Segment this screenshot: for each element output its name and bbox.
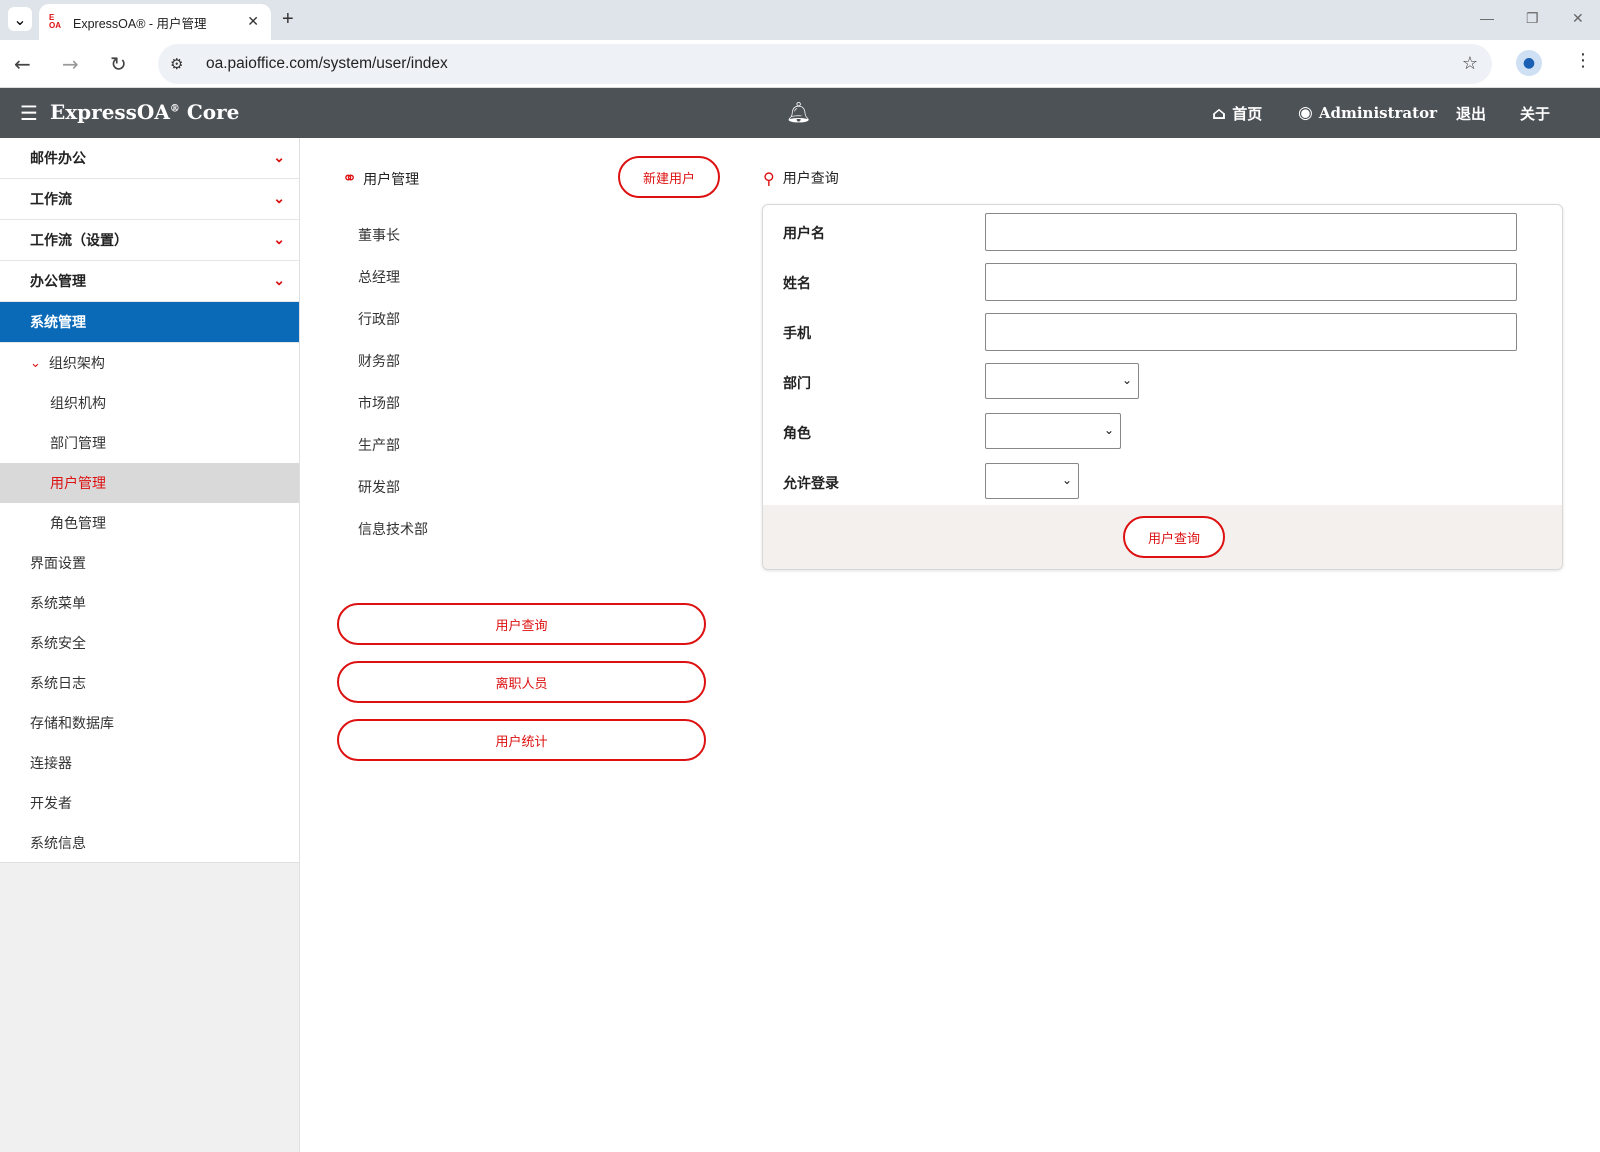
app-brand[interactable]: ExpressOA® Core [50,100,239,124]
department-label: 部门 [783,376,811,392]
sidebar-group-system[interactable]: 系统管理 [0,302,299,343]
chevron-down-icon: ⌄ [273,150,285,166]
tab-close-icon[interactable]: ✕ [247,14,259,30]
new-user-button[interactable]: 新建用户 [618,156,720,198]
form-row-department: 部门 ⌄ [763,361,1562,401]
about-link[interactable]: 关于 [1520,103,1550,124]
minimize-icon[interactable]: — [1480,10,1494,26]
department-list: 董事长 总经理 行政部 财务部 市场部 生产部 研发部 信息技术部 [358,214,428,550]
sidebar-item-organization[interactable]: 组织机构 [0,383,299,423]
notification-bell-icon[interactable]: 🔔︎ [786,100,811,124]
form-row-phone: 手机 [763,311,1562,351]
form-footer: 用户查询 [763,505,1562,569]
hamburger-menu-icon[interactable]: ☰ [20,101,38,125]
org-chart-icon: ⚭ [342,168,358,189]
name-label: 姓名 [783,276,811,292]
reload-icon[interactable]: ↻ [110,52,127,76]
home-link[interactable]: ⌂ 首页 [1212,103,1262,124]
browser-address-bar: ← → ↻ ⚙ oa.paioffice.com/system/user/ind… [0,40,1600,88]
department-item[interactable]: 财务部 [358,340,428,382]
browser-tab-bar: ⌄ E OA ExpressOA® - 用户管理 ✕ + — ❐ ✕ [0,0,1600,40]
restore-icon[interactable]: ❐ [1526,10,1539,27]
browser-menu-icon[interactable]: ⋮ [1574,50,1592,71]
department-item[interactable]: 研发部 [358,466,428,508]
form-row-name: 姓名 [763,261,1562,301]
sidebar-item-connectors[interactable]: 连接器 [0,743,299,783]
department-item[interactable]: 董事长 [358,214,428,256]
department-item[interactable]: 行政部 [358,298,428,340]
forward-arrow-icon[interactable]: → [62,52,79,76]
department-item[interactable]: 信息技术部 [358,508,428,550]
chevron-down-icon: ⌄ [30,355,41,371]
department-item[interactable]: 生产部 [358,424,428,466]
username-input[interactable] [985,213,1517,251]
allow-login-label: 允许登录 [783,476,839,492]
chevron-down-icon: ⌄ [273,191,285,207]
tab-title: ExpressOA® - 用户管理 [73,16,207,31]
form-row-allow-login: 允许登录 ⌄ [763,461,1562,501]
panel-title: ⚭ 用户管理 [342,168,420,189]
chevron-down-icon: ⌄ [273,232,285,248]
role-select[interactable]: ⌄ [985,413,1121,449]
sidebar: 邮件办公 ⌄ 工作流 ⌄ 工作流（设置） ⌄ 办公管理 ⌄ 系统管理 ⌄ 组织架… [0,138,300,1152]
browser-tab-active[interactable]: E OA ExpressOA® - 用户管理 ✕ [39,4,271,40]
sidebar-item-system-menu[interactable]: 系统菜单 [0,583,299,623]
sidebar-menu: 邮件办公 ⌄ 工作流 ⌄ 工作流（设置） ⌄ 办公管理 ⌄ 系统管理 ⌄ 组织架… [0,138,299,863]
chevron-down-icon: ⌄ [1061,473,1072,487]
user-account-link[interactable]: ◉ Administrator [1298,103,1437,123]
username-label: 用户名 [783,226,825,242]
department-select[interactable]: ⌄ [985,363,1139,399]
query-title: ⚲ 用户查询 [763,168,839,188]
sidebar-item-system-info[interactable]: 系统信息 [0,823,299,863]
sidebar-item-departments[interactable]: 部门管理 [0,423,299,463]
logout-link[interactable]: 退出 [1456,103,1486,124]
chevron-down-icon: ⌄ [1121,373,1132,387]
sidebar-item-ui-settings[interactable]: 界面设置 [0,543,299,583]
allow-login-select[interactable]: ⌄ [985,463,1079,499]
phone-input[interactable] [985,313,1517,351]
profile-avatar-icon[interactable]: ● [1516,50,1542,76]
name-input[interactable] [985,263,1517,301]
bookmark-star-icon[interactable]: ☆ [1462,53,1478,74]
url-text[interactable]: oa.paioffice.com/system/user/index [206,55,448,73]
window-close-icon[interactable]: ✕ [1572,10,1584,27]
sidebar-item-storage[interactable]: 存储和数据库 [0,703,299,743]
user-stats-button[interactable]: 用户统计 [337,719,706,761]
sidebar-group-workflow-settings[interactable]: 工作流（设置） ⌄ [0,220,299,261]
department-item[interactable]: 市场部 [358,382,428,424]
sidebar-item-security[interactable]: 系统安全 [0,623,299,663]
home-icon: ⌂ [1212,103,1227,124]
sidebar-group-office[interactable]: 办公管理 ⌄ [0,261,299,302]
site-settings-icon[interactable]: ⚙ [170,55,183,73]
sidebar-item-users[interactable]: 用户管理 [0,463,299,503]
form-row-username: 用户名 [763,211,1562,251]
url-omnibox[interactable]: ⚙ oa.paioffice.com/system/user/index ☆ [158,44,1492,84]
sidebar-group-mail[interactable]: 邮件办公 ⌄ [0,138,299,179]
sidebar-item-roles[interactable]: 角色管理 [0,503,299,543]
sidebar-item-developer[interactable]: 开发者 [0,783,299,823]
user-search-icon: ⚲ [763,168,775,188]
phone-label: 手机 [783,326,811,342]
expressoa-favicon-icon: E OA [49,13,61,30]
department-item[interactable]: 总经理 [358,256,428,298]
chevron-down-icon: ⌄ [1103,423,1114,437]
submit-query-button[interactable]: 用户查询 [1123,516,1225,558]
user-query-button[interactable]: 用户查询 [337,603,706,645]
user-circle-icon: ◉ [1298,103,1313,123]
sidebar-item-logs[interactable]: 系统日志 [0,663,299,703]
form-row-role: 角色 ⌄ [763,411,1562,451]
resigned-staff-button[interactable]: 离职人员 [337,661,706,703]
new-tab-icon[interactable]: + [282,8,294,31]
sidebar-section-org[interactable]: ⌄ 组织架构 [0,343,299,383]
app-header: ☰ ExpressOA® Core 🔔︎ ⌂ 首页 ◉ Administrato… [0,88,1600,138]
back-arrow-icon[interactable]: ← [14,52,31,76]
user-query-form: 用户名 姓名 手机 部门 ⌄ 角色 ⌄ 允许登录 ⌄ 用户查询 [762,204,1563,570]
role-label: 角色 [783,426,811,442]
chevron-down-icon: ⌄ [273,273,285,289]
tab-search-dropdown-icon[interactable]: ⌄ [8,7,32,31]
sidebar-group-workflow[interactable]: 工作流 ⌄ [0,179,299,220]
